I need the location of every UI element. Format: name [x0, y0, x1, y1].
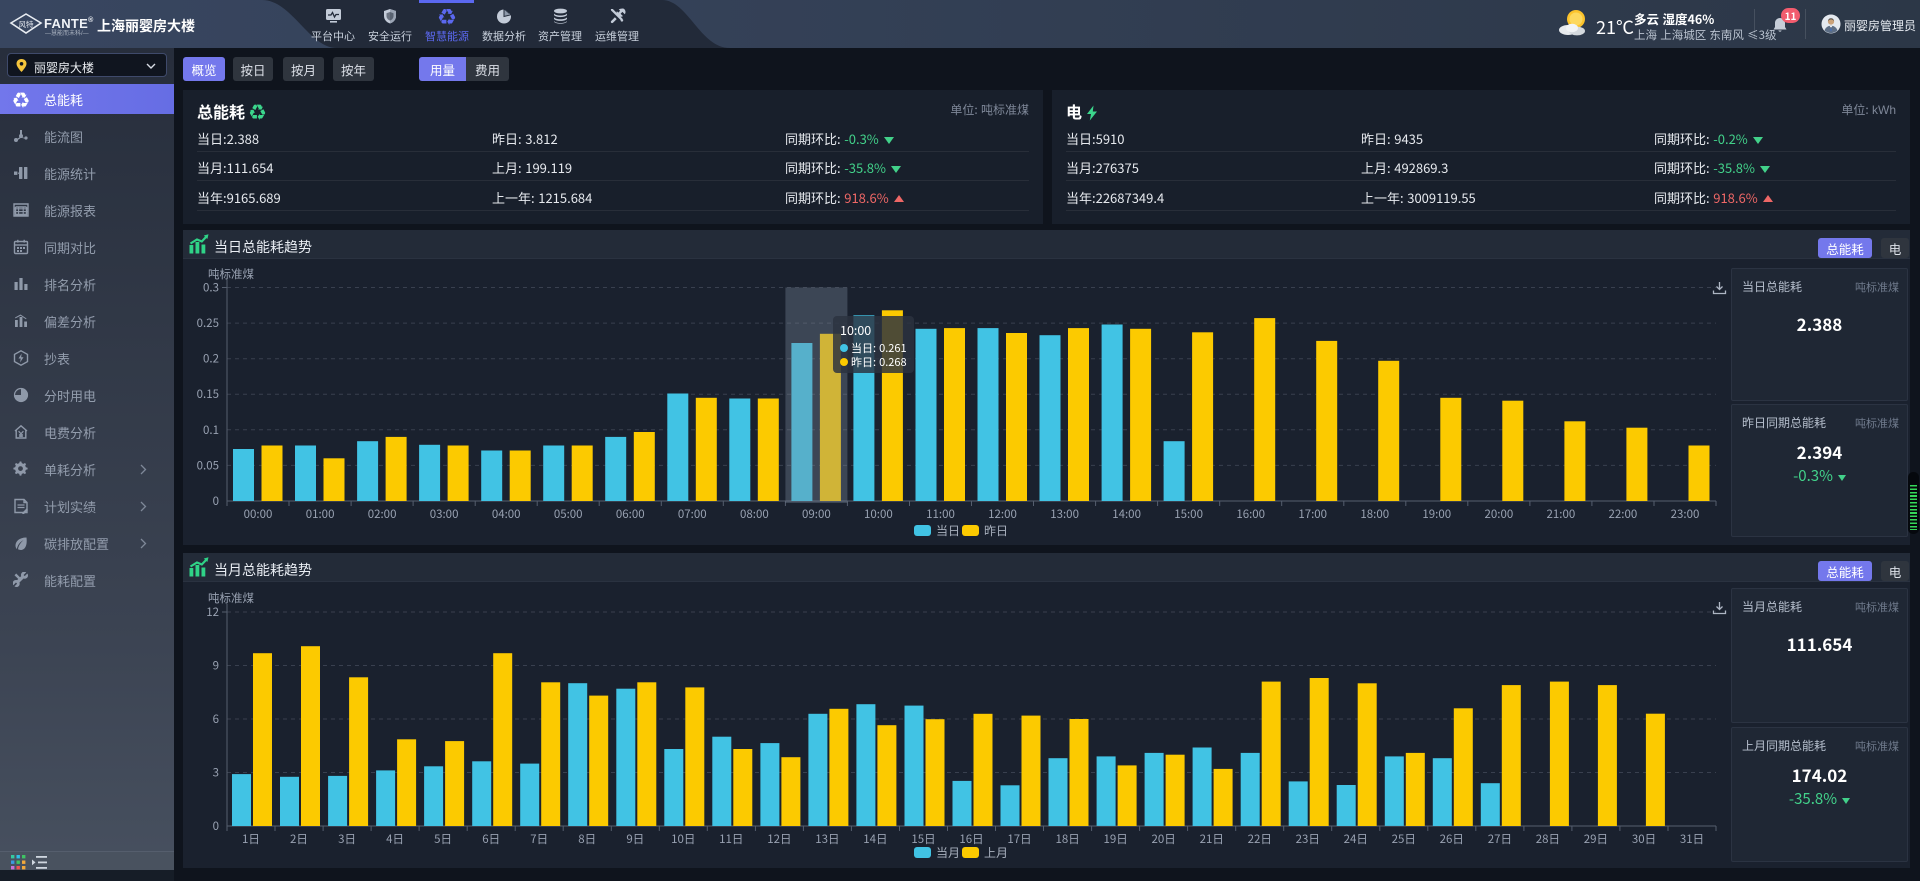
- svg-text:14:00: 14:00: [1112, 506, 1141, 522]
- svg-text:10:00: 10:00: [864, 506, 893, 522]
- svg-text:13日: 13日: [815, 831, 839, 847]
- svg-text:11日: 11日: [719, 831, 743, 847]
- svg-text:0.25: 0.25: [197, 315, 219, 331]
- svg-text:12:00: 12:00: [988, 506, 1017, 522]
- svg-text:30日: 30日: [1632, 831, 1656, 847]
- svg-text:吨标准煤: 吨标准煤: [208, 590, 254, 606]
- svg-text:31日: 31日: [1680, 831, 1704, 847]
- svg-text:00:00: 00:00: [244, 506, 273, 522]
- svg-text:17:00: 17:00: [1298, 506, 1327, 522]
- svg-text:20:00: 20:00: [1485, 506, 1514, 522]
- svg-text:21:00: 21:00: [1547, 506, 1576, 522]
- svg-text:6: 6: [213, 711, 219, 727]
- svg-text:07:00: 07:00: [678, 506, 707, 522]
- svg-text:22:00: 22:00: [1609, 506, 1638, 522]
- svg-text:5日: 5日: [434, 831, 452, 847]
- svg-text:0.15: 0.15: [197, 386, 219, 402]
- svg-text:03:00: 03:00: [430, 506, 459, 522]
- svg-text:12: 12: [206, 604, 219, 620]
- svg-text:风特: 风特: [19, 19, 34, 30]
- svg-text:21日: 21日: [1200, 831, 1224, 847]
- svg-text:3: 3: [213, 765, 219, 781]
- svg-text:16:00: 16:00: [1236, 506, 1265, 522]
- svg-text:15:00: 15:00: [1174, 506, 1203, 522]
- svg-text:7日: 7日: [530, 831, 548, 847]
- svg-text:24日: 24日: [1344, 831, 1368, 847]
- svg-text:04:00: 04:00: [492, 506, 521, 522]
- svg-text:9: 9: [213, 658, 219, 674]
- svg-text:09:00: 09:00: [802, 506, 831, 522]
- svg-text:01:00: 01:00: [306, 506, 335, 522]
- svg-text:13:00: 13:00: [1050, 506, 1079, 522]
- svg-text:14日: 14日: [863, 831, 887, 847]
- svg-text:1日: 1日: [242, 831, 260, 847]
- svg-text:12日: 12日: [767, 831, 791, 847]
- svg-text:昨日: 昨日: [984, 522, 1008, 539]
- svg-text:16日: 16日: [959, 831, 983, 847]
- svg-text:11:00: 11:00: [926, 506, 955, 522]
- svg-text:吨标准煤: 吨标准煤: [208, 266, 254, 282]
- svg-text:15日: 15日: [911, 831, 935, 847]
- svg-text:25日: 25日: [1392, 831, 1416, 847]
- svg-text:23日: 23日: [1296, 831, 1320, 847]
- svg-text:当日: 当日: [936, 522, 960, 539]
- svg-text:4日: 4日: [386, 831, 404, 847]
- svg-text:0: 0: [213, 493, 219, 509]
- svg-text:9日: 9日: [626, 831, 644, 847]
- svg-text:18日: 18日: [1055, 831, 1079, 847]
- svg-text:19日: 19日: [1103, 831, 1127, 847]
- svg-text:28日: 28日: [1536, 831, 1560, 847]
- svg-text:0.2: 0.2: [203, 351, 219, 367]
- svg-text:22日: 22日: [1248, 831, 1272, 847]
- svg-text:3日: 3日: [338, 831, 356, 847]
- svg-text:18:00: 18:00: [1360, 506, 1389, 522]
- svg-text:2日: 2日: [290, 831, 308, 847]
- svg-text:20日: 20日: [1151, 831, 1175, 847]
- svg-text:26日: 26日: [1440, 831, 1464, 847]
- svg-text:0.1: 0.1: [203, 422, 219, 438]
- svg-text:上月: 上月: [984, 844, 1008, 861]
- svg-text:17日: 17日: [1007, 831, 1031, 847]
- svg-text:08:00: 08:00: [740, 506, 769, 522]
- svg-text:8日: 8日: [578, 831, 596, 847]
- svg-text:19:00: 19:00: [1422, 506, 1451, 522]
- svg-text:29日: 29日: [1584, 831, 1608, 847]
- svg-text:当月: 当月: [936, 844, 960, 861]
- svg-text:27日: 27日: [1488, 831, 1512, 847]
- svg-text:02:00: 02:00: [368, 506, 397, 522]
- svg-text:10日: 10日: [671, 831, 695, 847]
- svg-text:06:00: 06:00: [616, 506, 645, 522]
- svg-text:0: 0: [213, 818, 219, 834]
- svg-text:05:00: 05:00: [554, 506, 583, 522]
- svg-text:23:00: 23:00: [1671, 506, 1700, 522]
- svg-text:0.05: 0.05: [197, 457, 219, 473]
- svg-text:6日: 6日: [482, 831, 500, 847]
